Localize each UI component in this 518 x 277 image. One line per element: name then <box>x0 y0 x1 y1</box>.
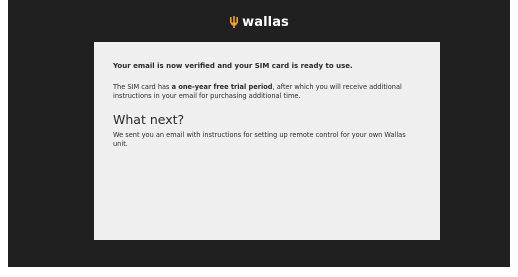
bottom-edge <box>0 267 518 277</box>
trial-prefix: The SIM card has <box>113 83 172 91</box>
next-paragraph: We sent you an email with instructions f… <box>113 131 406 148</box>
what-next-heading: What next? <box>113 112 185 127</box>
trial-bold: a one-year free trial period <box>171 83 273 91</box>
trial-paragraph: The SIM card has a one-year free trial p… <box>113 83 420 101</box>
brand-name: wallas <box>242 14 289 30</box>
header: wallas <box>0 10 518 34</box>
wallas-flame-logo-icon <box>229 16 239 28</box>
verification-headline: Your email is now verified and your SIM … <box>113 62 353 70</box>
brand-logo[interactable]: wallas <box>229 15 289 30</box>
right-edge <box>510 0 518 277</box>
confirmation-card: Your email is now verified and your SIM … <box>94 42 440 240</box>
left-edge <box>0 0 8 277</box>
